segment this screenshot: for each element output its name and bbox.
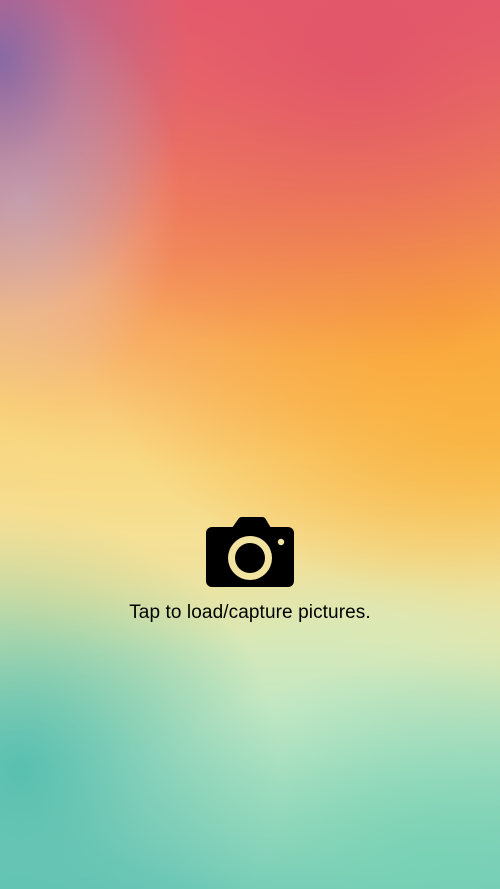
instruction-text: Tap to load/capture pictures. [129, 602, 371, 623]
camera-icon[interactable] [205, 516, 295, 588]
gradient-background: Tap to load/capture pictures. [0, 0, 500, 889]
load-capture-button[interactable]: Tap to load/capture pictures. [0, 516, 500, 624]
